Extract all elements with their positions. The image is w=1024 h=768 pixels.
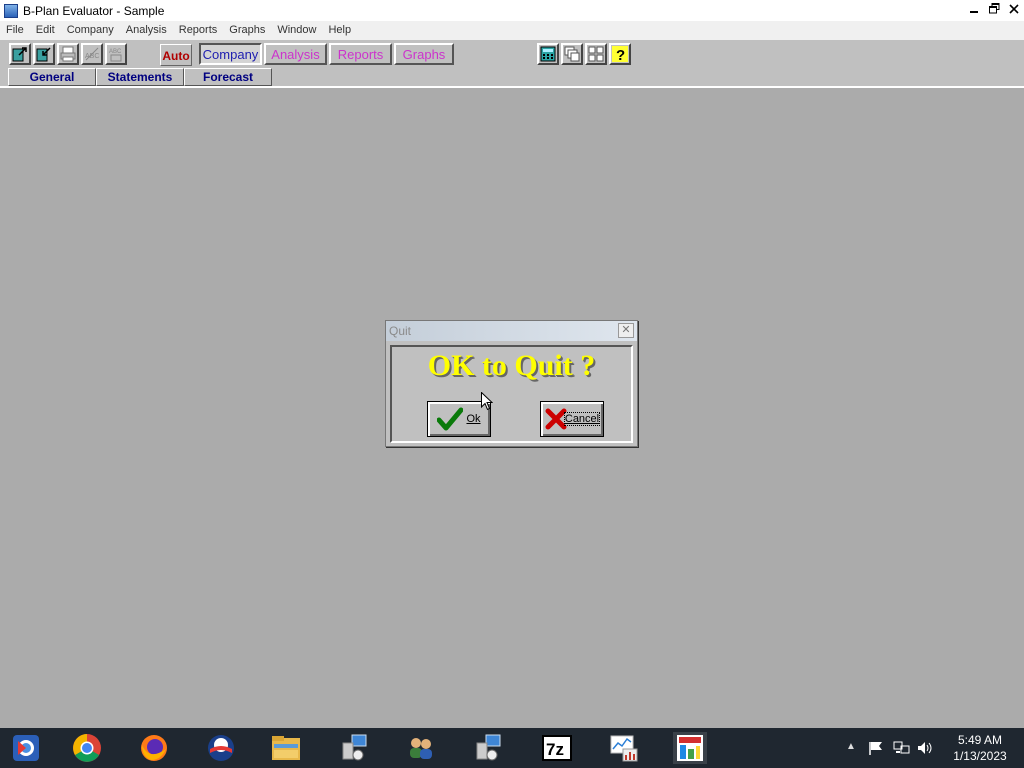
- cancel-label: Cancel: [563, 412, 601, 426]
- window-title: B-Plan Evaluator - Sample: [23, 3, 165, 18]
- dialog-title: Quit: [386, 321, 637, 341]
- help-icon: ?: [612, 46, 628, 62]
- print-icon: [60, 46, 76, 62]
- volume-icon[interactable]: [917, 741, 934, 758]
- svg-text:?: ?: [616, 47, 625, 62]
- start-orb-icon[interactable]: [9, 732, 43, 764]
- tab-graphs[interactable]: Graphs: [394, 43, 454, 65]
- quit-dialog: Quit ✕ OK to Quit ? Ok Cancel: [385, 320, 638, 447]
- menu-bar: File Edit Company Analysis Reports Graph…: [0, 21, 1024, 40]
- quit-prompt: OK to Quit ?: [427, 349, 596, 382]
- auto-button[interactable]: Auto: [160, 44, 192, 66]
- svg-text:7z: 7z: [546, 740, 564, 759]
- menu-graphs[interactable]: Graphs: [223, 21, 271, 40]
- menu-window[interactable]: Window: [271, 21, 322, 40]
- minimize-icon: [970, 11, 978, 13]
- spellcheck-button[interactable]: ABC: [81, 43, 103, 65]
- menu-edit[interactable]: Edit: [30, 21, 61, 40]
- close-button[interactable]: [1004, 0, 1024, 21]
- ok-label: Ok: [466, 413, 481, 425]
- network-setup-icon-2[interactable]: [472, 732, 506, 764]
- restore-icon: [988, 3, 999, 14]
- tile-windows-icon: [588, 46, 604, 62]
- people-icon[interactable]: [404, 732, 438, 764]
- file-explorer-icon[interactable]: [269, 732, 303, 764]
- toolbar: ABC ABC Auto Company Analysis Reports Gr…: [0, 40, 1024, 88]
- dialog-body: OK to Quit ? Ok Cancel: [390, 345, 633, 443]
- subtab-statements[interactable]: Statements: [96, 68, 184, 86]
- subtab-forecast[interactable]: Forecast: [184, 68, 272, 86]
- save-company-button[interactable]: [33, 43, 55, 65]
- tab-analysis[interactable]: Analysis: [264, 43, 327, 65]
- menu-analysis[interactable]: Analysis: [120, 21, 173, 40]
- clock-time: 5:49 AM: [957, 733, 1003, 747]
- bplan-evaluator-icon[interactable]: [673, 732, 707, 764]
- text-style-icon: ABC: [109, 49, 122, 62]
- 7zip-icon[interactable]: 7z: [540, 732, 574, 764]
- title-bar: B-Plan Evaluator - Sample: [0, 0, 1024, 21]
- opera-icon[interactable]: [204, 732, 238, 764]
- close-icon: [1009, 4, 1019, 14]
- cancel-button[interactable]: Cancel: [540, 401, 604, 437]
- app-icon: [4, 3, 18, 18]
- spellcheck-icon: ABC: [85, 47, 99, 61]
- restore-button[interactable]: [984, 0, 1004, 21]
- print-button[interactable]: [57, 43, 79, 65]
- tile-windows-button[interactable]: [585, 43, 607, 65]
- help-button[interactable]: ?: [609, 43, 631, 65]
- action-center-flag-icon[interactable]: [868, 741, 884, 758]
- red-x-icon: [545, 408, 567, 430]
- menu-file[interactable]: File: [0, 21, 30, 40]
- svg-text:ABC: ABC: [109, 49, 122, 55]
- checkmark-icon: [437, 407, 464, 431]
- firefox-icon[interactable]: [137, 732, 171, 764]
- chrome-icon[interactable]: [70, 732, 104, 764]
- task-manager-icon[interactable]: [607, 732, 641, 764]
- mouse-cursor-icon: [481, 392, 493, 411]
- network-icon[interactable]: [893, 741, 910, 758]
- network-setup-icon[interactable]: [338, 732, 372, 764]
- menu-reports[interactable]: Reports: [173, 21, 224, 40]
- minimize-button[interactable]: [964, 0, 984, 21]
- menu-company[interactable]: Company: [61, 21, 120, 40]
- cascade-windows-icon: [564, 46, 580, 62]
- taskbar: 7z ▲ 5:49 AM 1/13/2023: [0, 728, 1024, 768]
- cascade-windows-button[interactable]: [561, 43, 583, 65]
- text-style-button[interactable]: ABC: [105, 43, 127, 65]
- show-hidden-icons-icon[interactable]: ▲: [846, 741, 856, 752]
- calculator-button[interactable]: [537, 43, 559, 65]
- dialog-close-button[interactable]: ✕: [618, 323, 634, 338]
- calculator-icon: [540, 46, 556, 62]
- save-company-icon: [36, 47, 51, 62]
- tab-reports[interactable]: Reports: [329, 43, 392, 65]
- open-company-icon: [12, 47, 27, 62]
- open-company-button[interactable]: [9, 43, 31, 65]
- menu-help[interactable]: Help: [322, 21, 357, 40]
- clock-date: 1/13/2023: [953, 749, 1007, 763]
- subtab-general[interactable]: General: [8, 68, 96, 86]
- tab-company[interactable]: Company: [199, 43, 262, 65]
- system-clock[interactable]: 5:49 AM 1/13/2023: [945, 732, 1015, 764]
